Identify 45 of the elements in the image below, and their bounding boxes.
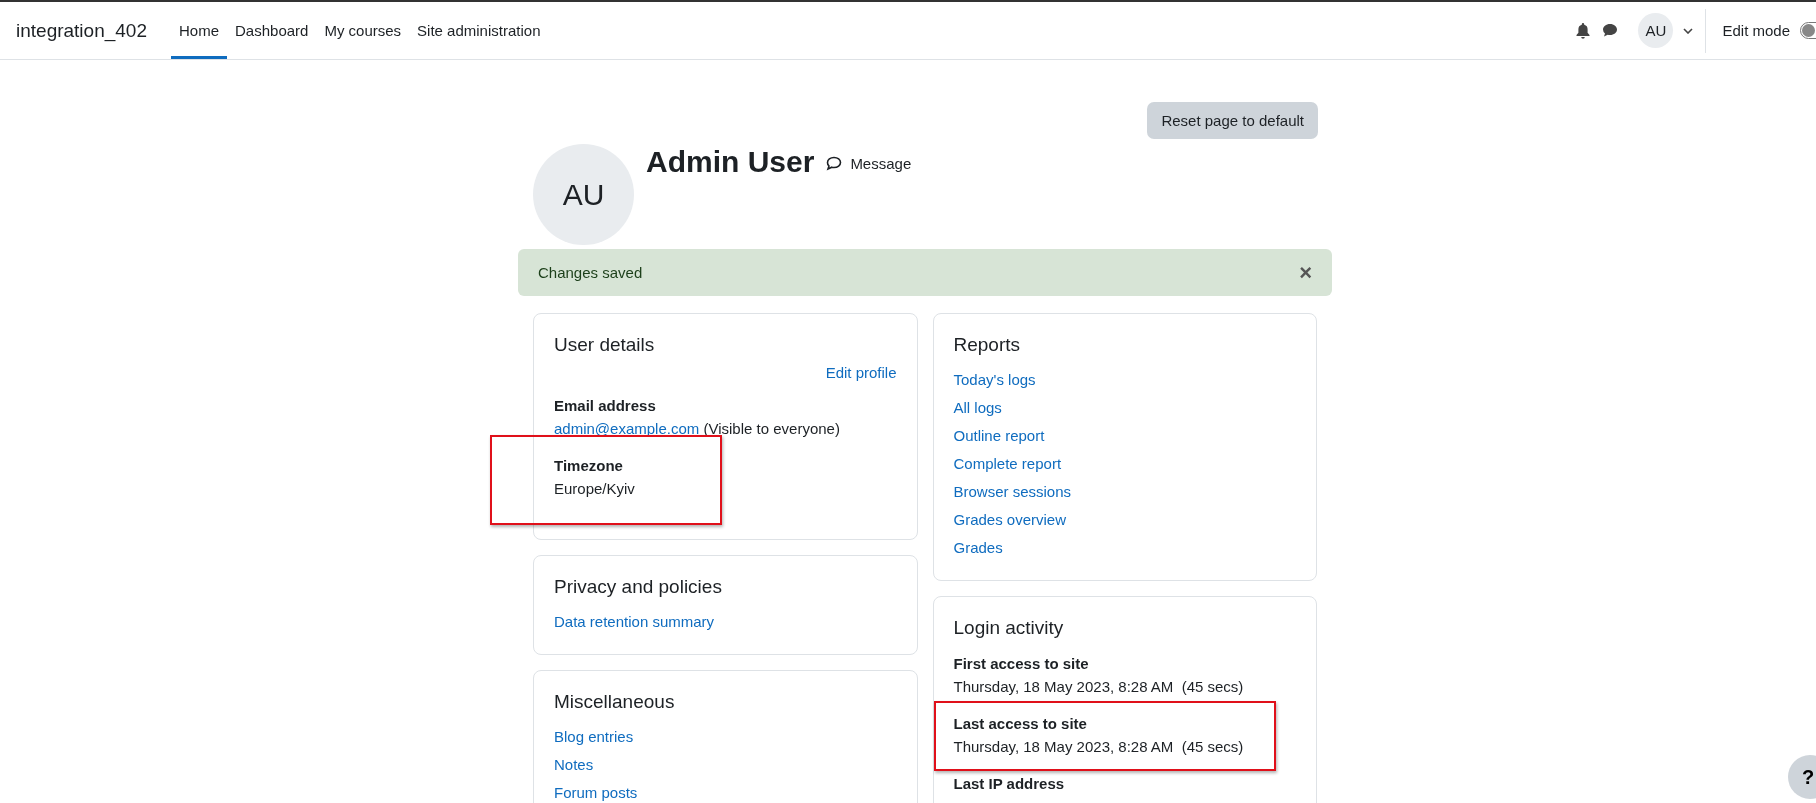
card-link[interactable]: Data retention summary bbox=[554, 613, 715, 630]
nav-link[interactable]: Dashboard bbox=[227, 5, 317, 59]
card-link[interactable]: Grades bbox=[953, 539, 1003, 556]
card-link[interactable]: Outline report bbox=[953, 427, 1045, 444]
field-value: Europe/Kyiv bbox=[554, 479, 636, 499]
field-label: Email address bbox=[554, 396, 657, 416]
card-link[interactable]: Grades overview bbox=[953, 511, 1067, 528]
speech-bubble-icon bbox=[826, 156, 843, 171]
site-name[interactable]: integration_402 bbox=[16, 19, 147, 42]
nav-link[interactable]: Home bbox=[171, 5, 227, 59]
caret-icon[interactable] bbox=[1683, 27, 1694, 34]
card-title: Miscellaneous bbox=[554, 691, 676, 713]
card-link[interactable]: Blog entries bbox=[554, 728, 634, 745]
card-link[interactable]: All logs bbox=[953, 399, 1002, 416]
edit-profile-link[interactable]: Edit profile bbox=[825, 364, 897, 381]
bell-icon[interactable] bbox=[1576, 22, 1591, 39]
card-link[interactable]: Browser sessions bbox=[953, 483, 1072, 500]
alert-message: Changes saved bbox=[538, 264, 643, 281]
card-title: Reports bbox=[953, 334, 1022, 356]
edit-mode-label: Edit mode bbox=[1722, 22, 1790, 39]
card-link[interactable]: Notes bbox=[554, 756, 594, 773]
nav-link[interactable]: My courses bbox=[316, 5, 410, 59]
user-avatar[interactable]: AU bbox=[1638, 13, 1674, 48]
chat-icon[interactable] bbox=[1602, 23, 1619, 38]
field-value: Thursday, 18 May 2023, 8:28 AM (45 secs) bbox=[953, 737, 1245, 757]
card-link[interactable]: Today's logs bbox=[953, 371, 1036, 388]
field-label: Last access to site bbox=[953, 714, 1088, 734]
card-title: Login activity bbox=[953, 617, 1065, 639]
close-button[interactable]: × bbox=[1299, 259, 1312, 286]
card-link[interactable]: Complete report bbox=[953, 455, 1062, 472]
nav-link[interactable]: Site administration bbox=[409, 5, 549, 59]
field-value: Thursday, 18 May 2023, 8:28 AM (45 secs) bbox=[953, 677, 1245, 697]
field-note: (Visible to everyone) bbox=[703, 420, 840, 437]
email-link[interactable]: admin@example.com bbox=[554, 420, 700, 437]
message-link[interactable]: Message bbox=[826, 155, 912, 172]
reset-page-button[interactable]: Reset page to default bbox=[1147, 102, 1318, 139]
user-name: Admin User bbox=[646, 144, 815, 177]
profile-avatar: AU bbox=[533, 144, 634, 245]
card-link[interactable]: Forum posts bbox=[554, 784, 638, 801]
card-title: User details bbox=[554, 334, 656, 356]
field-label: Last IP address bbox=[953, 774, 1066, 794]
field-label: First access to site bbox=[953, 654, 1090, 674]
help-button[interactable]: ? bbox=[1788, 755, 1816, 799]
field-label: Timezone bbox=[554, 456, 624, 476]
card-title: Privacy and policies bbox=[554, 576, 723, 598]
